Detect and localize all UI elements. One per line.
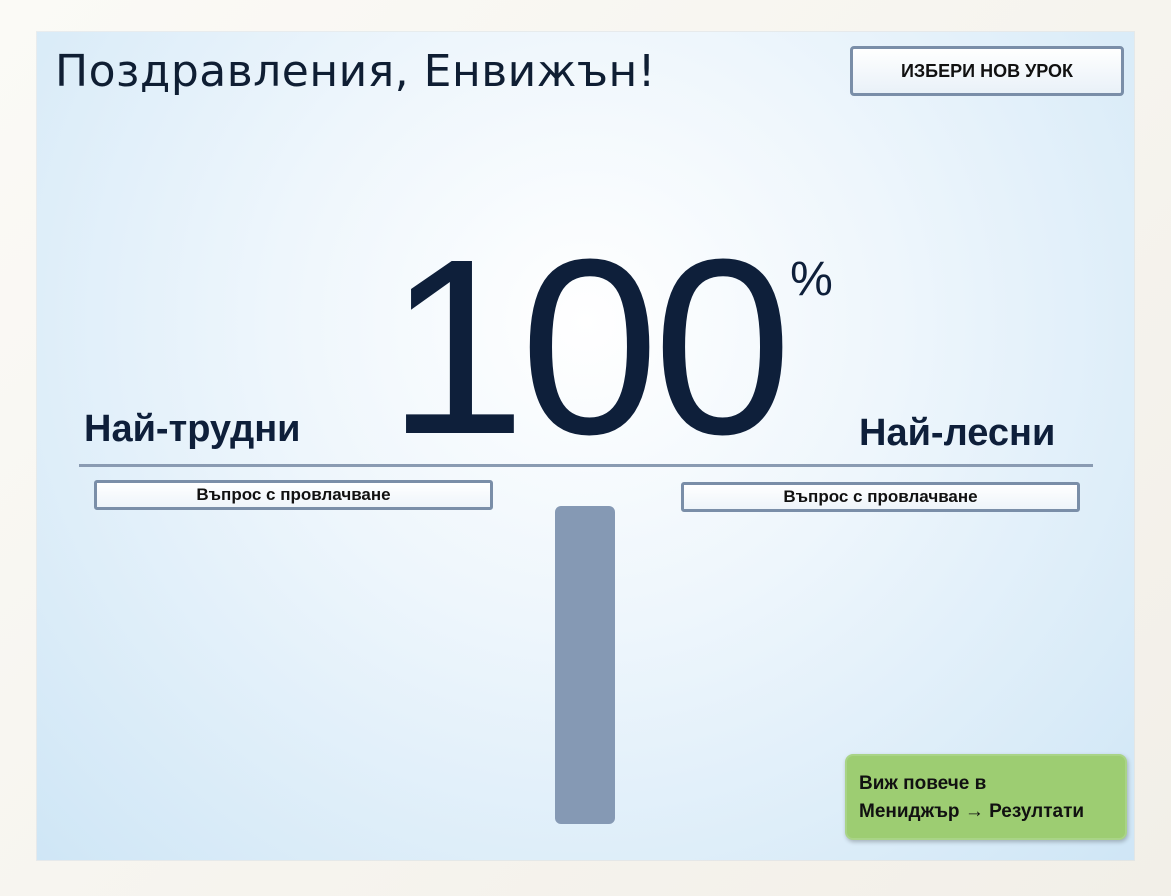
easiest-label: Най-лесни (859, 412, 1056, 454)
hardest-question-button[interactable]: Въпрос с провлачване (94, 480, 493, 510)
score-bar-fill (555, 506, 615, 824)
see-more-line1: Виж повече в (859, 773, 987, 794)
score-value: 100 (387, 207, 792, 486)
page-title: Поздравления, Енвижън! (55, 46, 656, 97)
score-bar (555, 506, 615, 824)
divider-line (79, 464, 1093, 467)
hardest-label: Най-трудни (84, 408, 301, 450)
score-display: 100 % (387, 222, 833, 472)
score-unit: % (790, 253, 833, 306)
easiest-question-button[interactable]: Въпрос с провлачване (681, 482, 1080, 512)
see-more-results-box[interactable]: Виж повече в Мениджър → Резултати (845, 754, 1127, 840)
results-slide: Поздравления, Енвижън! ИЗБЕРИ НОВ УРОК 1… (37, 32, 1134, 860)
choose-new-lesson-button[interactable]: ИЗБЕРИ НОВ УРОК (850, 46, 1124, 96)
screen-frame: Поздравления, Енвижън! ИЗБЕРИ НОВ УРОК 1… (0, 0, 1171, 896)
see-more-line2: Мениджър → Резултати (859, 801, 1085, 822)
